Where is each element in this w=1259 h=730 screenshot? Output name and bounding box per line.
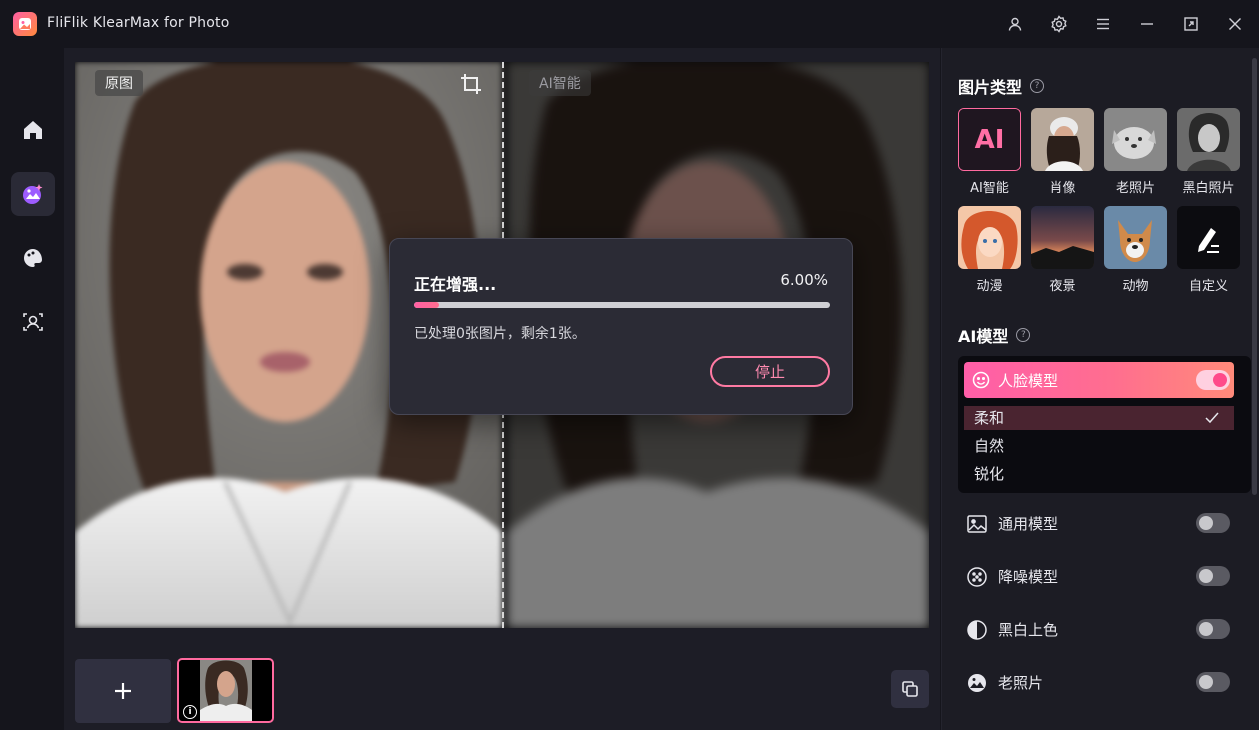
- ai-result-label: AI智能: [529, 70, 591, 96]
- option-label: 自然: [974, 437, 1005, 455]
- type-label: 老照片: [1115, 181, 1155, 196]
- model-label: 降噪模型: [998, 567, 1059, 586]
- info-icon[interactable]: i: [183, 705, 197, 719]
- progress-percent: 6.00%: [780, 271, 828, 289]
- type-animal[interactable]: 动物: [1104, 206, 1167, 294]
- close-icon[interactable]: [1221, 10, 1249, 38]
- image-thumbnail[interactable]: i: [177, 658, 274, 723]
- night-thumb: [1031, 206, 1094, 269]
- colorize-icon: [967, 620, 987, 640]
- colorize-model-toggle[interactable]: [1196, 619, 1230, 639]
- type-ai-smart[interactable]: AI AI智能: [958, 108, 1021, 196]
- photo-enhance-icon[interactable]: [11, 172, 55, 216]
- type-label: 肖像: [1049, 181, 1076, 196]
- maximize-icon[interactable]: [1177, 10, 1205, 38]
- settings-gear-icon[interactable]: [1045, 10, 1073, 38]
- filmstrip: i: [64, 646, 940, 730]
- ai-icon: AI: [958, 108, 1021, 171]
- type-bw-photo[interactable]: 黑白照片: [1177, 108, 1240, 196]
- thumbnail-photo: [200, 660, 252, 721]
- type-label: 动物: [1122, 279, 1149, 294]
- denoise-icon: [967, 567, 987, 587]
- compare-layers-icon[interactable]: [891, 670, 929, 708]
- help-icon[interactable]: ?: [1030, 79, 1045, 93]
- type-label: 黑白照片: [1182, 181, 1235, 196]
- animal-thumb: [1104, 206, 1167, 269]
- face-model-header[interactable]: 人脸模型: [964, 362, 1234, 398]
- model-row-colorize[interactable]: 黑白上色: [958, 614, 1248, 644]
- progress-status: 已处理0张图片，剩余1张。: [414, 326, 586, 342]
- type-label: 自定义: [1188, 279, 1228, 294]
- model-label: 黑白上色: [998, 620, 1059, 639]
- anime-thumb: [958, 206, 1021, 269]
- type-label: 动漫: [976, 279, 1003, 294]
- type-label: AI智能: [970, 181, 1009, 196]
- old-photo-icon: [968, 674, 986, 692]
- image-icon: [967, 515, 987, 533]
- face-icon: [972, 371, 990, 389]
- minimize-icon[interactable]: [1133, 10, 1161, 38]
- model-row-old-photo[interactable]: 老照片: [958, 667, 1248, 697]
- original-label: 原图: [95, 70, 143, 96]
- general-model-toggle[interactable]: [1196, 513, 1230, 533]
- type-night-scene[interactable]: 夜景: [1031, 206, 1094, 294]
- face-model-toggle[interactable]: [1196, 370, 1230, 390]
- progress-dialog: 正在增强... 6.00% 已处理0张图片，剩余1张。 停止: [389, 238, 853, 415]
- type-anime[interactable]: 动漫: [958, 206, 1021, 294]
- progress-bar-fill: [414, 302, 439, 308]
- progress-title: 正在增强...: [414, 275, 497, 294]
- type-custom[interactable]: 自定义: [1177, 206, 1240, 294]
- menu-icon[interactable]: [1089, 10, 1117, 38]
- progress-bar: [414, 302, 830, 308]
- face-model-card: 人脸模型 柔和 自然 锐化: [958, 356, 1251, 493]
- home-icon[interactable]: [11, 108, 55, 152]
- left-sidebar: [0, 48, 64, 730]
- type-label: 夜景: [1049, 279, 1076, 294]
- old-photo-thumb: [1104, 108, 1167, 171]
- image-type-heading: 图片类型 ?: [958, 74, 1045, 98]
- crop-icon[interactable]: [459, 72, 483, 96]
- portrait-thumb: [1031, 108, 1094, 171]
- settings-panel: 图片类型 ? AI AI智能 肖像 老照片 黑白照片 动漫 夜景 动物 自定义 …: [941, 48, 1259, 730]
- app-title: FliFlik KlearMax for Photo: [47, 15, 230, 31]
- old-photo-model-toggle[interactable]: [1196, 672, 1230, 692]
- check-icon: [1205, 412, 1219, 424]
- custom-icon: [1177, 206, 1240, 269]
- type-old-photo[interactable]: 老照片: [1104, 108, 1167, 196]
- model-label: 通用模型: [998, 514, 1059, 533]
- option-label: 锐化: [974, 465, 1005, 483]
- option-sharpen[interactable]: 锐化: [964, 462, 1234, 486]
- stop-button[interactable]: 停止: [710, 356, 830, 387]
- plus-icon: [115, 683, 131, 699]
- app-logo-icon: [13, 12, 37, 36]
- panel-scrollbar[interactable]: [1252, 58, 1257, 495]
- model-label: 老照片: [998, 673, 1044, 692]
- title-bar: FliFlik KlearMax for Photo: [0, 0, 1259, 48]
- ai-model-heading: AI模型 ?: [958, 323, 1031, 347]
- model-row-denoise[interactable]: 降噪模型: [958, 561, 1248, 591]
- face-model-label: 人脸模型: [998, 372, 1059, 390]
- face-scan-icon[interactable]: [11, 300, 55, 344]
- add-image-button[interactable]: [75, 659, 171, 723]
- ai-model-title: AI模型: [958, 327, 1009, 346]
- colorize-palette-icon[interactable]: [11, 236, 55, 280]
- type-portrait[interactable]: 肖像: [1031, 108, 1094, 196]
- help-icon[interactable]: ?: [1016, 328, 1031, 342]
- account-icon[interactable]: [1001, 10, 1029, 38]
- option-label: 柔和: [974, 409, 1005, 427]
- image-type-title: 图片类型: [958, 78, 1023, 97]
- bw-photo-thumb: [1177, 108, 1240, 171]
- option-natural[interactable]: 自然: [964, 434, 1234, 458]
- denoise-model-toggle[interactable]: [1196, 566, 1230, 586]
- option-soft[interactable]: 柔和: [964, 406, 1234, 430]
- model-row-general[interactable]: 通用模型: [958, 508, 1248, 538]
